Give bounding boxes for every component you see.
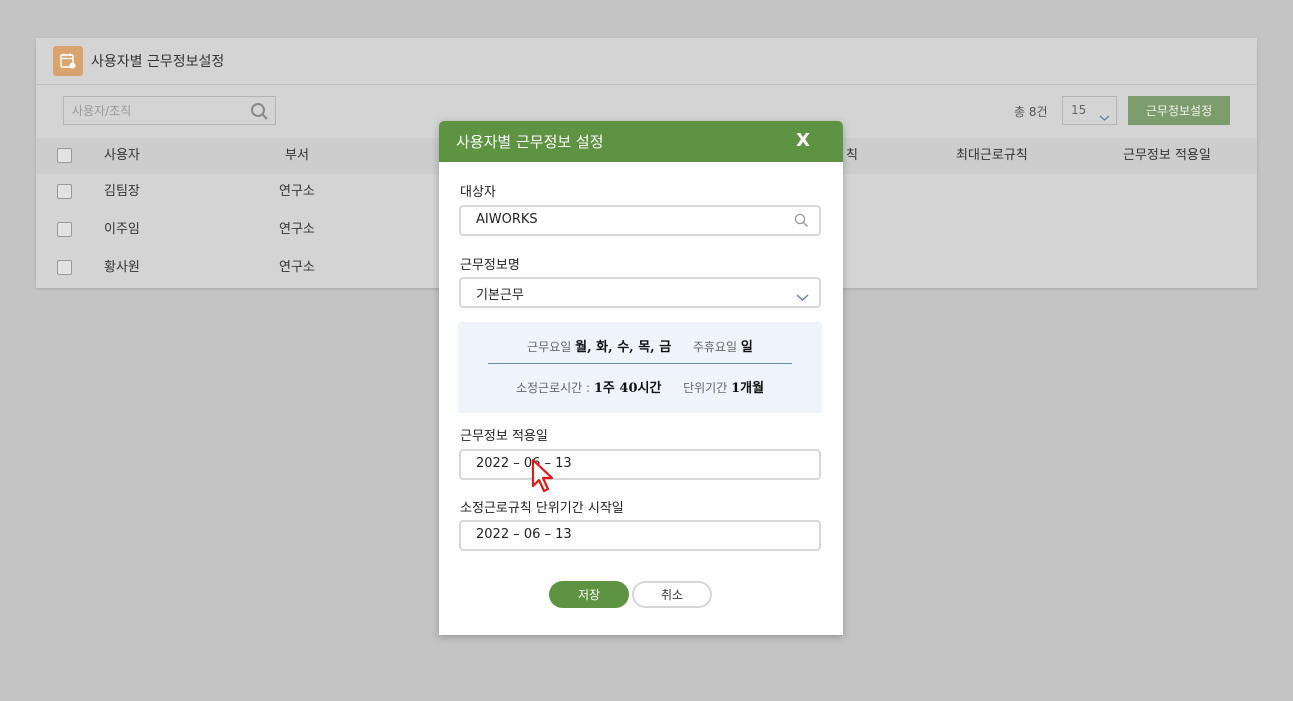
- row-checkbox[interactable]: [57, 184, 72, 199]
- column-user: 사용자: [104, 148, 140, 163]
- per-page-select[interactable]: 15: [1062, 96, 1117, 125]
- row-user: 이주임: [104, 222, 140, 237]
- start-date-value: 2022 – 06 – 13: [476, 527, 572, 542]
- period-value: 1개월: [731, 381, 765, 396]
- row-dept: 연구소: [279, 184, 315, 199]
- workdays-line: 근무요일 월, 화, 수, 목, 금 주휴요일 일: [458, 336, 822, 355]
- start-date-field[interactable]: 2022 – 06 – 13: [459, 520, 821, 551]
- column-max-work-rule: 최대근로규칙: [956, 148, 1028, 163]
- hours-value: 1주 40시간: [593, 381, 662, 396]
- workdays-value: 월, 화, 수, 목, 금: [575, 340, 672, 355]
- row-checkbox[interactable]: [57, 260, 72, 275]
- search-box[interactable]: [63, 96, 276, 125]
- divider: [488, 363, 792, 364]
- save-button[interactable]: 저장: [549, 581, 629, 608]
- column-apply-date: 근무정보 적용일: [1123, 148, 1211, 163]
- target-field[interactable]: AIWORKS: [459, 205, 821, 236]
- panel-header: 사용자별 근무정보설정: [36, 38, 1257, 85]
- search-icon[interactable]: [794, 213, 809, 232]
- chevron-down-icon: [796, 287, 809, 306]
- per-page-value: 15: [1071, 103, 1087, 117]
- hours-label: 소정근로시간 :: [515, 381, 591, 395]
- search-input[interactable]: [64, 97, 244, 124]
- work-info-setting-button[interactable]: 근무정보설정: [1128, 96, 1230, 125]
- hours-line: 소정근로시간 : 1주 40시간 단위기간 1개월: [458, 377, 822, 396]
- start-date-label: 소정근로규칙 단위기간 시작일: [460, 501, 624, 516]
- target-value: AIWORKS: [476, 212, 538, 227]
- close-button[interactable]: X: [796, 130, 810, 151]
- row-dept: 연구소: [279, 260, 315, 275]
- holiday-value: 일: [740, 340, 753, 355]
- holiday-label: 주휴요일: [692, 340, 738, 354]
- modal-header: 사용자별 근무정보 설정 X: [439, 121, 843, 162]
- column-dept: 부서: [285, 148, 309, 163]
- work-info-value: 기본근무: [476, 288, 524, 303]
- apply-date-value: 2022 – 06 – 13: [476, 456, 572, 471]
- apply-date-field[interactable]: 2022 – 06 – 13: [459, 449, 821, 480]
- workdays-label: 근무요일: [527, 340, 572, 354]
- row-user: 황사원: [104, 260, 140, 275]
- modal-title: 사용자별 근무정보 설정: [456, 133, 604, 151]
- cancel-button[interactable]: 취소: [632, 581, 712, 608]
- row-dept: 연구소: [279, 222, 315, 237]
- work-info-summary: 근무요일 월, 화, 수, 목, 금 주휴요일 일 소정근로시간 : 1주 40…: [458, 322, 822, 413]
- row-user: 김팀장: [104, 184, 140, 199]
- panel-title: 사용자별 근무정보설정: [91, 54, 225, 70]
- apply-date-label: 근무정보 적용일: [460, 429, 548, 444]
- select-all-checkbox[interactable]: [57, 148, 72, 163]
- calendar-settings-icon: [53, 46, 83, 76]
- row-checkbox[interactable]: [57, 222, 72, 237]
- work-info-modal: 사용자별 근무정보 설정 X 대상자 AIWORKS 근무정보명 기본근무 근무…: [439, 121, 843, 635]
- period-label: 단위기간: [683, 381, 728, 395]
- column-partial: 칙: [846, 148, 858, 163]
- mouse-cursor-icon: [531, 458, 557, 498]
- chevron-down-icon: [1099, 105, 1110, 132]
- total-count: 총 8건: [1014, 105, 1048, 119]
- target-label: 대상자: [460, 185, 496, 200]
- search-icon[interactable]: [250, 102, 269, 125]
- work-info-name-label: 근무정보명: [460, 258, 520, 273]
- work-info-select[interactable]: 기본근무: [459, 277, 821, 308]
